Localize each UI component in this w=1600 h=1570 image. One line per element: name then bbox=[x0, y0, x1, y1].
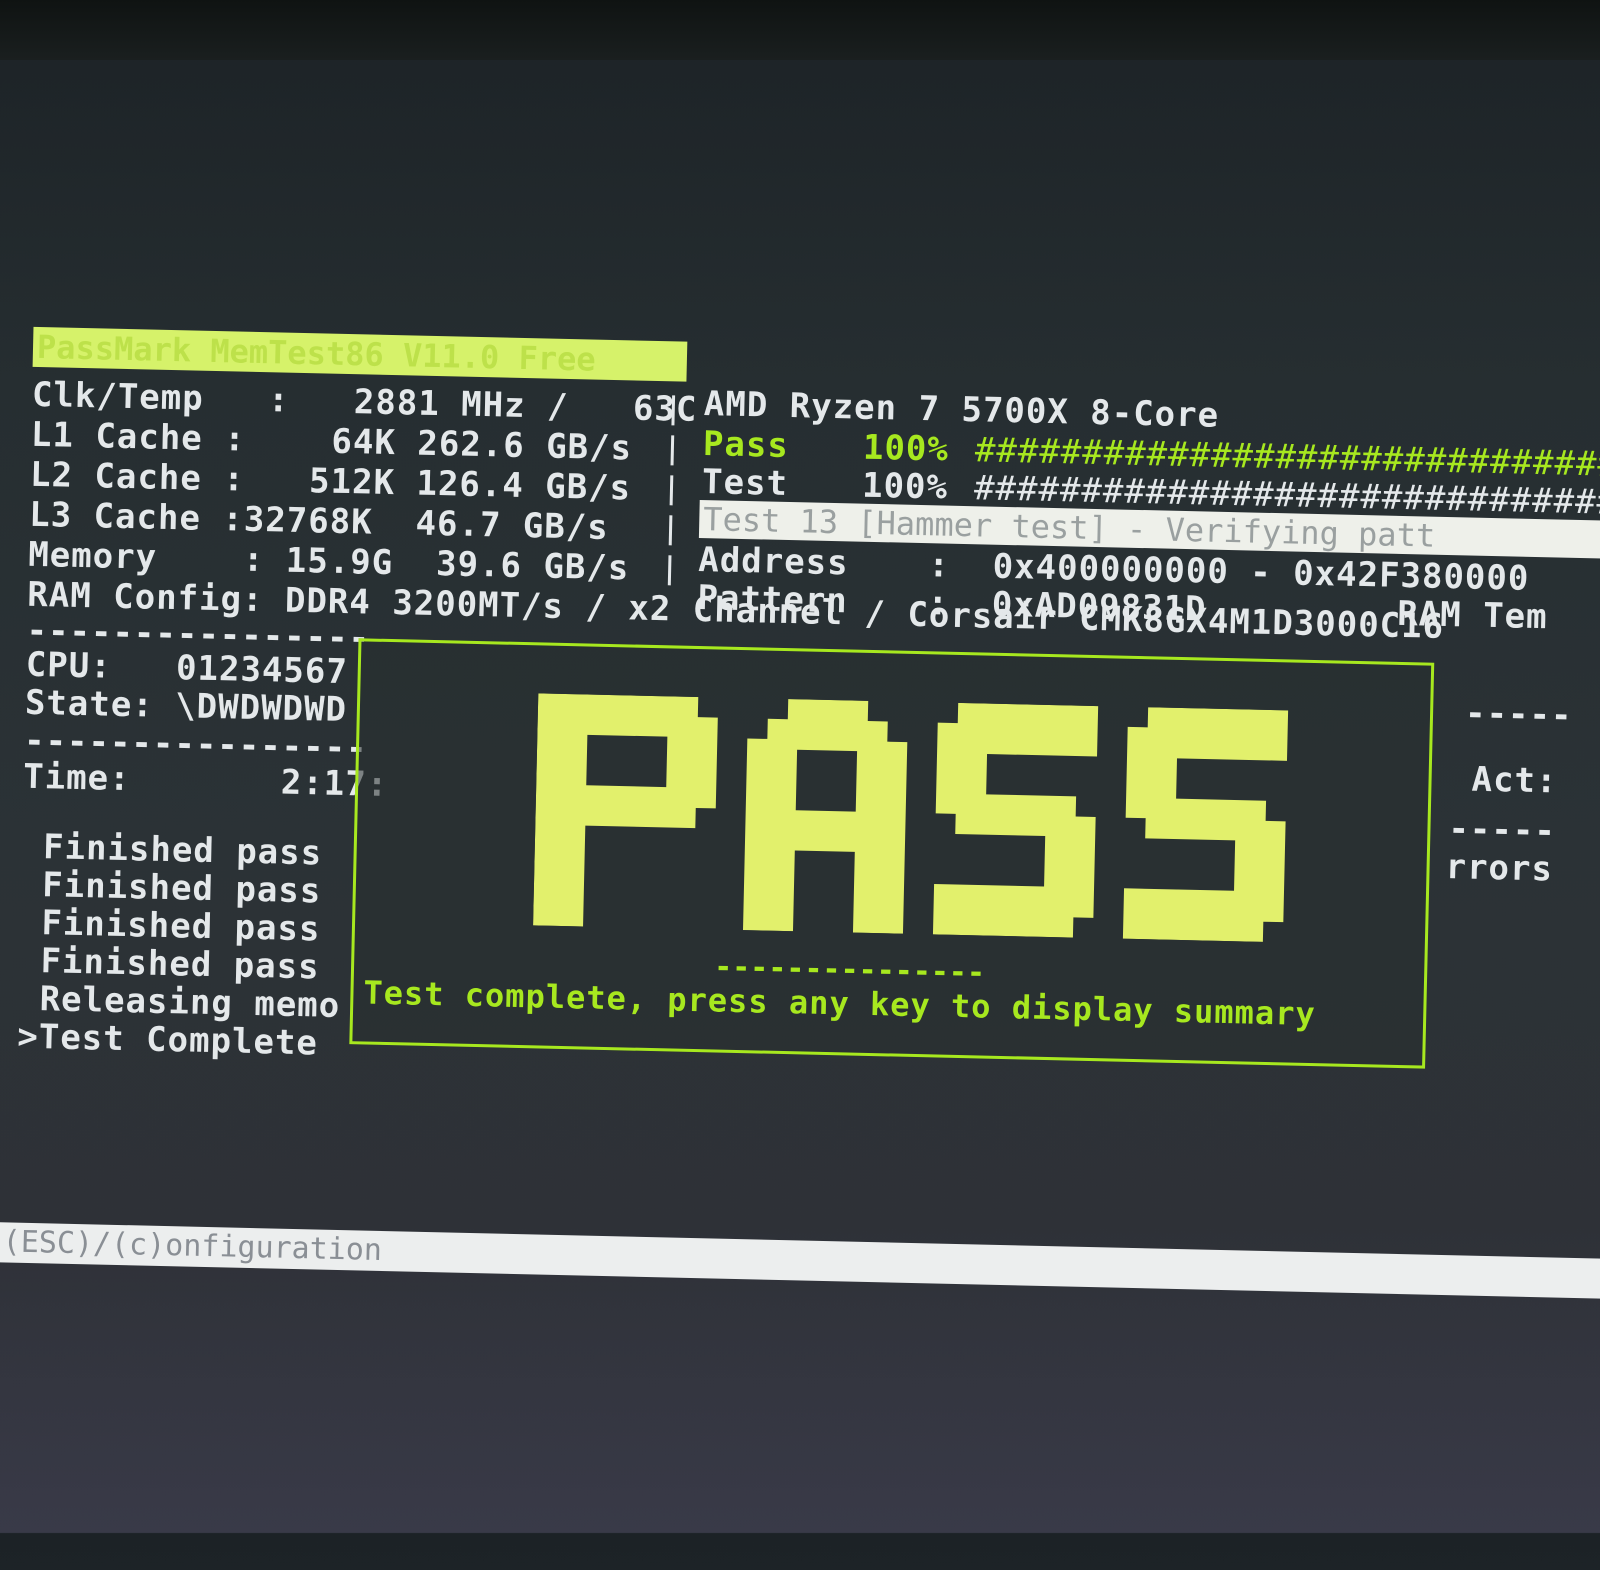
errors-label: rrors bbox=[1445, 847, 1554, 890]
pattern-value: : 0xAD09831D bbox=[927, 583, 1207, 630]
time-readout: Time: 2:17: bbox=[22, 756, 389, 805]
configuration-hint[interactable]: (ESC)/(c)onfiguration bbox=[0, 1222, 1600, 1299]
column-separator bbox=[669, 475, 674, 506]
activity-label: Act: bbox=[1471, 759, 1558, 802]
column-separator bbox=[667, 555, 672, 586]
column-separator bbox=[670, 435, 675, 466]
pass-progress-percent: 100% bbox=[862, 427, 950, 470]
right-divider: ----- bbox=[1448, 809, 1557, 852]
test-progress-percent: 100% bbox=[861, 465, 949, 508]
column-separator bbox=[668, 515, 673, 546]
test-progress-label: Test bbox=[701, 462, 789, 504]
ram-temp-label: RAM Tem bbox=[1396, 593, 1549, 638]
pass-result-dialog[interactable]: --------------- Test complete, press any… bbox=[349, 638, 1435, 1069]
app-title: PassMark MemTest86 V11.0 Free bbox=[32, 326, 688, 382]
pass-progress-label: Pass bbox=[702, 424, 790, 466]
pass-banner bbox=[533, 693, 1298, 942]
pattern-label: Pattern bbox=[697, 577, 849, 622]
pass-banner-glyphs bbox=[533, 693, 1289, 942]
memtest-screen: PassMark MemTest86 V11.0 Free AMD Ryzen … bbox=[0, 40, 1600, 1569]
right-divider: ----- bbox=[1464, 693, 1573, 736]
address-label: Address bbox=[697, 539, 850, 584]
log-line: >Test Complete bbox=[16, 1016, 319, 1064]
